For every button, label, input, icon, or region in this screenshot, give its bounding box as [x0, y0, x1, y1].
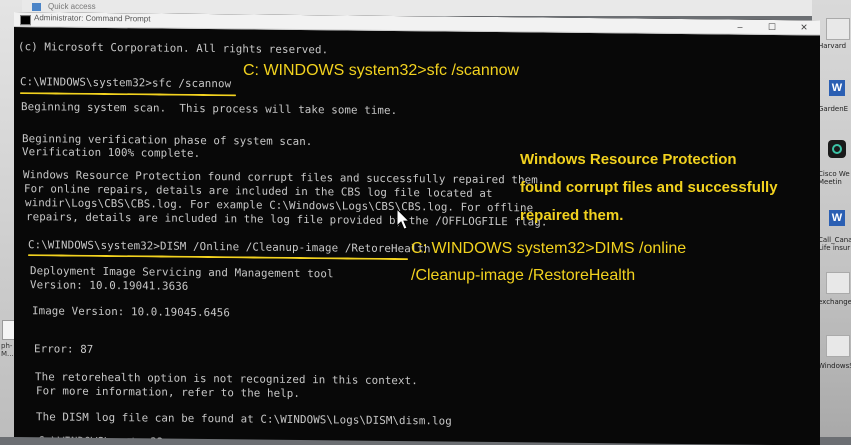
terminal-prompt[interactable]: C:\WINDOWS\system32>: [38, 434, 170, 445]
terminal-line: (c) Microsoft Corporation. All rights re…: [18, 40, 329, 57]
terminal-line: Image Version: 10.0.19045.6456: [32, 304, 231, 320]
cmd-window-title: Administrator: Command Prompt: [34, 13, 151, 24]
terminal-line: C:\WINDOWS\system32>sfc /scannow: [20, 75, 232, 91]
annotation-wrp-line3: repaired them.: [520, 207, 624, 224]
minimize-button[interactable]: –: [724, 19, 756, 33]
webex-icon[interactable]: [828, 140, 846, 158]
mouse-pointer-icon: [396, 208, 411, 230]
terminal-line: Beginning system scan. This process will…: [21, 100, 398, 118]
file-icon[interactable]: [826, 18, 850, 40]
desktop-item-harvard[interactable]: Harvard: [818, 42, 846, 50]
desktop-item-windows[interactable]: WindowsS: [818, 362, 851, 370]
annotation-wrp-line2: found corrupt files and successfully: [520, 179, 778, 196]
annotation-dism-line1: C: WINDOWS system32>DIMS /online: [411, 240, 687, 257]
word-doc-icon[interactable]: W: [829, 210, 845, 226]
cmd-app-icon: [20, 15, 31, 26]
annotation-wrp-line1: Windows Resource Protection: [520, 151, 737, 168]
annotation-sfc: C: WINDOWS system32>sfc /scannow: [243, 62, 520, 79]
quick-access-icon: [32, 3, 41, 11]
terminal-line: Version: 10.0.19041.3636: [30, 278, 189, 293]
terminal-line: For more information, refer to the help.: [36, 384, 301, 400]
annotation-dism-line2: /Cleanup-image /RestoreHealth: [411, 267, 636, 284]
terminal-line: Verification 100% complete.: [22, 145, 201, 160]
close-button[interactable]: ✕: [788, 20, 820, 34]
desktop-item-label: ph- M...: [1, 342, 14, 358]
terminal-line: Error: 87: [34, 342, 94, 356]
word-doc-icon[interactable]: W: [829, 80, 845, 96]
terminal-line: The DISM log file can be found at C:\WIN…: [36, 410, 452, 428]
file-icon[interactable]: [826, 272, 850, 294]
desktop-item-garden[interactable]: GardenE: [818, 105, 848, 113]
terminal-line: C:\WINDOWS\system32>DISM /Online /Cleanu…: [28, 238, 431, 256]
desktop-item-exchange[interactable]: exchange: [818, 298, 851, 306]
file-icon[interactable]: [826, 335, 850, 357]
maximize-button[interactable]: ☐: [756, 20, 788, 34]
yellow-underline: [28, 254, 408, 261]
desktop-item-cisco[interactable]: Cisco We Meetin: [818, 170, 850, 186]
desktop-item-call[interactable]: Call_Cana Life insur: [818, 236, 851, 252]
quick-access-label[interactable]: Quick access: [48, 2, 96, 11]
yellow-underline: [20, 92, 236, 97]
